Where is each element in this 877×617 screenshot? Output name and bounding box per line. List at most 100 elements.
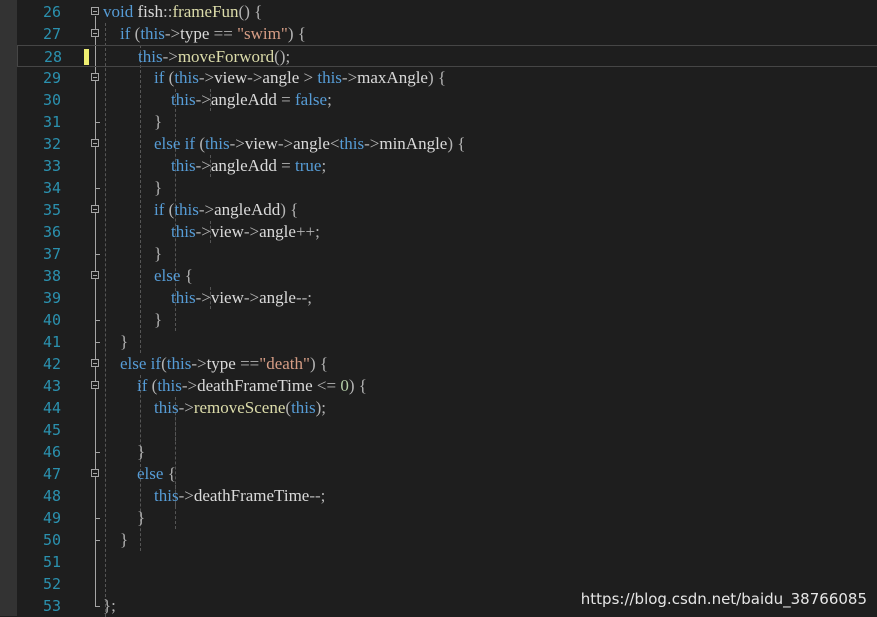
code-token: ) { <box>287 24 306 43</box>
code-line[interactable]: 34 } <box>17 177 877 199</box>
code-token: -> <box>162 47 178 66</box>
code-line[interactable]: 36 this->view->angle++; <box>17 221 877 243</box>
code-line[interactable]: 51 <box>17 551 877 573</box>
code-line[interactable]: 49 } <box>17 507 877 529</box>
code-line[interactable]: 28 this->moveForword(); <box>17 45 877 67</box>
code-token: } <box>154 244 163 263</box>
code-token: -> <box>195 156 211 175</box>
code-text: } <box>103 529 128 551</box>
collapse-icon[interactable] <box>91 381 99 389</box>
code-text: } <box>103 111 162 133</box>
code-line[interactable]: 35 if (this->angleAdd) { <box>17 199 877 221</box>
code-text: else { <box>103 463 176 485</box>
line-number: 47 <box>42 465 61 483</box>
code-text: } <box>103 243 162 265</box>
code-line[interactable]: 38 else { <box>17 265 877 287</box>
code-token: this <box>140 24 165 43</box>
code-text: if (this->deathFrameTime <= 0) { <box>103 375 367 397</box>
code-token: -> <box>229 134 245 153</box>
code-token: ); <box>315 398 327 417</box>
collapse-icon[interactable] <box>91 469 99 477</box>
code-line[interactable]: 45 <box>17 419 877 441</box>
line-number: 38 <box>42 267 61 285</box>
code-token: -> <box>181 376 198 395</box>
code-line[interactable]: 27 if (this->type == "swim") { <box>17 23 877 45</box>
code-line[interactable]: 40 } <box>17 309 877 331</box>
code-token: this <box>291 398 316 417</box>
line-number: 39 <box>42 289 61 307</box>
code-token: this <box>171 222 196 241</box>
code-line[interactable]: 31 } <box>17 111 877 133</box>
code-token: this <box>154 398 179 417</box>
code-token: this <box>166 354 192 373</box>
code-token: } <box>154 112 163 131</box>
code-token: false <box>295 90 328 109</box>
code-token: { <box>180 266 193 285</box>
code-text: }; <box>103 595 116 617</box>
line-number: 34 <box>42 179 61 197</box>
code-token: } <box>137 442 146 461</box>
code-line[interactable]: 44 this->removeScene(this); <box>17 397 877 419</box>
code-token: } <box>154 178 163 197</box>
code-line[interactable]: 29 if (this->view->angle > this->maxAngl… <box>17 67 877 89</box>
collapse-icon[interactable] <box>91 359 99 367</box>
code-token: true <box>295 156 322 175</box>
line-number: 27 <box>42 25 61 43</box>
code-line[interactable]: 33 this->angleAdd = true; <box>17 155 877 177</box>
code-token: if <box>137 376 148 395</box>
line-number: 52 <box>42 575 61 593</box>
code-token: deathFrameTime <box>197 376 313 395</box>
code-token: == <box>235 354 260 373</box>
code-line[interactable]: 43 if (this->deathFrameTime <= 0) { <box>17 375 877 397</box>
code-text: } <box>103 177 162 199</box>
line-number: 40 <box>42 311 61 329</box>
collapse-icon[interactable] <box>91 139 99 147</box>
code-token: fish <box>133 2 163 21</box>
collapse-icon[interactable] <box>91 29 99 37</box>
code-line[interactable]: 37 } <box>17 243 877 265</box>
code-line[interactable]: 41 } <box>17 331 877 353</box>
code-token: void <box>103 2 134 21</box>
line-number: 30 <box>42 91 61 109</box>
code-token: "death" <box>259 354 310 373</box>
code-token: ) { <box>447 134 466 153</box>
code-line[interactable]: 30 this->angleAdd = false; <box>17 89 877 111</box>
code-token: if <box>154 200 165 219</box>
code-text: this->removeScene(this); <box>103 397 326 419</box>
code-token: -> <box>164 24 181 43</box>
code-token: this <box>339 134 365 153</box>
code-token: if <box>120 24 131 43</box>
code-line[interactable]: 39 this->view->angle--; <box>17 287 877 309</box>
code-token: this <box>317 68 342 87</box>
code-line[interactable]: 48 this->deathFrameTime--; <box>17 485 877 507</box>
code-token: ( <box>164 68 175 87</box>
code-line[interactable]: 26 void fish::frameFun() { <box>17 1 877 23</box>
code-token: ; <box>321 156 327 175</box>
code-text: else if (this->view->angle<this->minAngl… <box>103 133 465 155</box>
line-number: 51 <box>42 553 61 571</box>
code-line[interactable]: 32 else if (this->view->angle<this->minA… <box>17 133 877 155</box>
code-editor[interactable]: 26 void fish::frameFun() {27 if (this->ty… <box>17 0 877 617</box>
code-token: (); <box>274 47 291 66</box>
code-line[interactable]: 46 } <box>17 441 877 463</box>
code-line[interactable]: 47 else { <box>17 463 877 485</box>
code-token: --; <box>295 288 312 307</box>
code-line[interactable]: 42 else if(this->type =="death") { <box>17 353 877 375</box>
code-token: -> <box>247 68 263 87</box>
code-token: "swim" <box>237 24 288 43</box>
editor-left-margin <box>0 0 17 616</box>
collapse-icon[interactable] <box>91 7 99 15</box>
code-line[interactable]: 50 } <box>17 529 877 551</box>
code-token: this <box>171 90 196 109</box>
collapse-icon[interactable] <box>91 73 99 81</box>
collapse-icon[interactable] <box>91 205 99 213</box>
collapse-icon[interactable] <box>91 271 99 279</box>
